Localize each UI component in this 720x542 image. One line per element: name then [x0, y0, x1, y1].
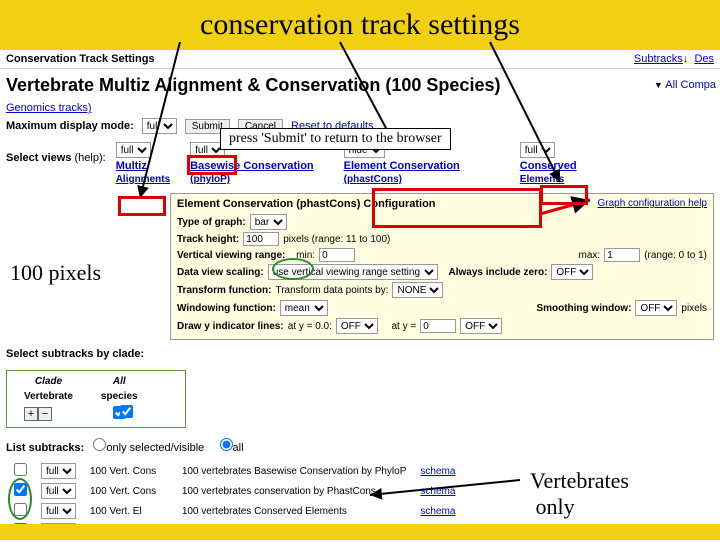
sw-select[interactable]: OFF [635, 300, 677, 316]
slide-title-bar: conservation track settings [0, 0, 720, 50]
wf-select[interactable]: mean [280, 300, 328, 316]
dy1-select[interactable]: OFF [336, 318, 378, 334]
schema-link[interactable]: schema [420, 466, 455, 477]
schema-link[interactable]: schema [420, 486, 455, 497]
subtrack-row: full 100 Vert. Cons100 vertebrates conser… [8, 482, 461, 500]
graph-config-help-link[interactable]: Graph configuration help [597, 198, 707, 209]
subtrack-check[interactable] [14, 483, 27, 496]
phastcons-config-panel: Element Conservation (phastCons) Configu… [170, 193, 714, 340]
annot-vertebrates-only: Vertebrates only [530, 468, 629, 520]
clade-minus-button[interactable]: − [38, 407, 52, 421]
vr-max-input[interactable] [604, 248, 640, 262]
dy-y2-input[interactable] [420, 319, 456, 333]
schema-link[interactable]: schema [420, 506, 455, 517]
subtrack-row: full 100 Vert. El100 vertebrates Conserve… [8, 502, 461, 520]
max-display-label: Maximum display mode: [6, 120, 134, 132]
subtrack-check[interactable] [14, 463, 27, 476]
all-compa-link[interactable]: All Compa [654, 79, 716, 91]
settings-title: Conservation Track Settings [6, 53, 155, 65]
subtrack-vis-select[interactable]: full [41, 463, 76, 479]
dvs-select[interactable]: use vertical viewing range setting [268, 264, 438, 280]
subtrack-code: 100 Vert. El [84, 502, 174, 520]
subtrack-desc: 100 vertebrates conservation by PhastCon… [176, 482, 413, 500]
track-title: Vertebrate Multiz Alignment & Conservati… [6, 75, 714, 96]
slide-title: conservation track settings [0, 8, 720, 42]
annot-100-pixels: 100 pixels [10, 260, 101, 286]
callout-submit: press 'Submit' to return to the browser [220, 128, 451, 150]
list-subtracks-row: List subtracks: only selected/visible al… [0, 434, 720, 458]
list-only-radio[interactable] [93, 438, 106, 451]
list-all-radio[interactable] [220, 438, 233, 451]
dy2-select[interactable]: OFF [460, 318, 502, 334]
subtrack-desc: 100 vertebrates Basewise Conservation by… [176, 462, 413, 480]
subtracks-link[interactable]: Subtracks [634, 53, 683, 65]
subtrack-vis-select[interactable]: full [41, 483, 76, 499]
highlight-multiz-select [118, 196, 166, 216]
clade-plus-button[interactable]: + [24, 407, 38, 421]
genomics-tracks-link[interactable]: Genomics tracks) [0, 102, 92, 114]
subtrack-code: 100 Vert. Cons [84, 462, 174, 480]
conserved-elements-select[interactable]: full [520, 142, 555, 158]
slide-bottom-bar [0, 524, 720, 540]
description-link[interactable]: Des [694, 53, 714, 65]
settings-top-row: Conservation Track Settings Subtracks↓ D… [0, 50, 720, 69]
subtrack-desc: 100 vertebrates Conserved Elements [176, 502, 413, 520]
clade-table: CladeAll Vertebratespecies +− [6, 370, 186, 428]
select-views-label: Select views [6, 152, 71, 164]
graph-type-select[interactable]: bar [250, 214, 287, 230]
subtrack-check[interactable] [14, 503, 27, 516]
aiz-select[interactable]: OFF [551, 264, 593, 280]
view-multiz: full Multiz Alignments [116, 142, 170, 185]
list-subtracks-label: List subtracks: [6, 442, 84, 454]
views-help: (help): [75, 152, 106, 164]
top-right-links: Subtracks↓ Des [634, 53, 714, 65]
clade-species-check[interactable] [120, 405, 133, 418]
track-header: Vertebrate Multiz Alignment & Conservati… [0, 69, 720, 102]
select-clade-label: Select subtracks by clade: [6, 348, 144, 360]
multiz-select[interactable]: full [116, 142, 151, 158]
vr-min-input[interactable] [319, 248, 355, 262]
tf-select[interactable]: NONE [392, 282, 443, 298]
subtrack-code: 100 Vert. Cons [84, 482, 174, 500]
view-conserved-elements: full Conserved Elements [520, 142, 577, 185]
max-display-select[interactable]: full [142, 118, 177, 134]
subtrack-vis-select[interactable]: full [41, 503, 76, 519]
track-height-input[interactable] [243, 232, 279, 246]
subtrack-row: full 100 Vert. Cons100 vertebrates Basewi… [8, 462, 461, 480]
